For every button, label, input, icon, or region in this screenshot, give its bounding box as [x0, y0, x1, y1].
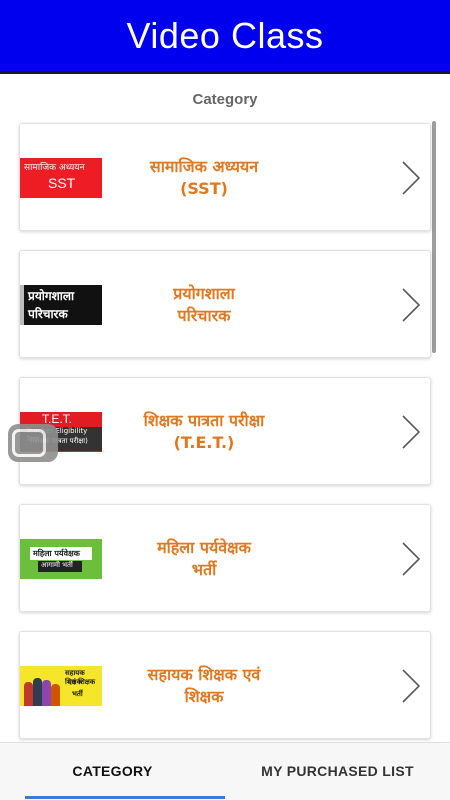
chevron-right-icon[interactable] [400, 287, 422, 323]
category-title: प्रयोगशाला परिचारक [118, 283, 290, 327]
category-card-mahila-supervisor[interactable]: महिला पर्यवेक्षक आगामी भर्ती महिला पर्यव… [19, 504, 431, 612]
person-figure [24, 682, 33, 706]
section-title: Category [192, 91, 258, 108]
category-title-line: सामाजिक अध्ययन [149, 157, 259, 176]
thumbnail-text: सामाजिक अध्ययन [24, 163, 85, 173]
category-card-assistant-teacher[interactable]: सहायक शिक्षक एवं शिक्षक भर्ती सहायक शिक्… [19, 631, 431, 739]
overlay-window-icon [12, 429, 46, 457]
category-card-tet[interactable]: T.E.T. Teacher Eligibility Test (शिक्षक … [19, 377, 431, 485]
category-thumbnail: सहायक शिक्षक एवं शिक्षक भर्ती [20, 666, 102, 706]
category-thumbnail: सामाजिक अध्ययन SST [20, 158, 102, 198]
thumbnail-text: SST [48, 175, 76, 191]
chevron-right-icon[interactable] [400, 541, 422, 577]
category-thumbnail: महिला पर्यवेक्षक आगामी भर्ती [20, 539, 102, 579]
page-title: Video Class [126, 14, 324, 56]
category-title-line: महिला पर्यवेक्षक [157, 538, 251, 557]
person-figure [33, 678, 42, 706]
tab-my-purchased-list[interactable]: MY PURCHASED LIST [225, 743, 450, 799]
category-title-line: शिक्षक पात्रता परीक्षा [143, 411, 265, 430]
app-header: Video Class [0, 0, 450, 74]
active-tab-indicator [25, 796, 225, 799]
category-title: सामाजिक अध्ययन (SST) [118, 156, 290, 200]
thumbnail-text: प्रयोगशाला [28, 289, 75, 303]
category-card-sst[interactable]: सामाजिक अध्ययन SST सामाजिक अध्ययन (SST) [19, 123, 431, 231]
category-card-lab-assistant[interactable]: प्रयोगशाला परिचारक प्रयोगशाला परिचारक [19, 250, 431, 358]
person-figure [42, 680, 51, 706]
floating-overlay-button[interactable] [8, 424, 58, 462]
category-title-line: (SST) [180, 179, 228, 198]
person-figure [51, 684, 60, 706]
category-title: महिला पर्यवेक्षक भर्ती [118, 537, 290, 581]
category-title: शिक्षक पात्रता परीक्षा (T.E.T.) [118, 410, 290, 454]
thumbnail-text: महिला पर्यवेक्षक [33, 549, 80, 558]
category-title: सहायक शिक्षक एवं शिक्षक [118, 664, 290, 708]
category-title-line: प्रयोगशाला [173, 284, 235, 303]
category-list-container[interactable]: Category सामाजिक अध्ययन SST सामाजिक अध्य… [4, 77, 446, 742]
category-title-line: परिचारक [177, 306, 231, 325]
category-thumbnail: प्रयोगशाला परिचारक [20, 285, 102, 325]
thumbnail-text: एवं शिक्षक [68, 678, 96, 686]
category-title-line: शिक्षक [184, 687, 224, 706]
thumbnail-text: परिचारक [28, 307, 68, 321]
chevron-right-icon[interactable] [400, 668, 422, 704]
category-title-line: (T.E.T.) [173, 433, 235, 452]
scrollbar[interactable] [432, 121, 436, 353]
category-title-line: भर्ती [191, 560, 217, 579]
bottom-navigation: CATEGORY MY PURCHASED LIST [0, 742, 450, 800]
tab-category[interactable]: CATEGORY [0, 743, 225, 799]
chevron-right-icon[interactable] [400, 414, 422, 450]
thumbnail-text: भर्ती [72, 690, 83, 698]
chevron-right-icon[interactable] [400, 160, 422, 196]
category-title-line: सहायक शिक्षक एवं [147, 665, 261, 684]
thumbnail-edge [20, 285, 24, 325]
thumbnail-text: आगामी भर्ती [41, 561, 73, 569]
